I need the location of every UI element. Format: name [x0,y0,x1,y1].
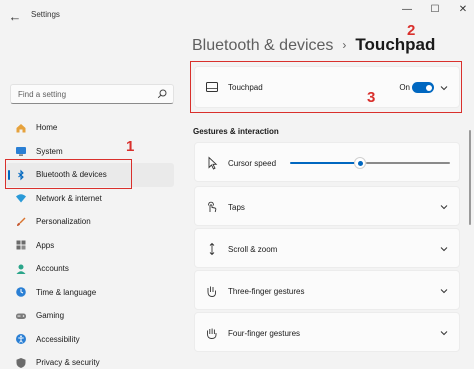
sidebar-nav: Home System Bluetooth & devices Network … [6,116,174,369]
slider-track [366,162,450,164]
maximize-icon[interactable]: ☐ [430,4,440,15]
section-title: Gestures & interaction [193,127,279,136]
breadcrumb: Bluetooth & devices › Touchpad [192,35,435,55]
sidebar-item-accounts[interactable]: Accounts [6,257,174,281]
three-finger-gestures-label: Three-finger gestures [228,287,305,296]
sidebar-item-label: Home [36,123,58,133]
title-bar: ← Settings — ☐ ✕ [0,0,474,32]
slider-fill [290,162,360,164]
search-icon [157,89,167,99]
app-title: Settings [31,10,60,19]
scrollbar[interactable] [469,130,471,225]
close-icon[interactable]: ✕ [458,4,468,15]
annotation-number-2: 2 [407,22,416,39]
sidebar-item-home[interactable]: Home [6,116,174,140]
tap-icon [208,201,217,213]
breadcrumb-parent[interactable]: Bluetooth & devices [192,37,333,54]
three-finger-icon [207,286,216,297]
scroll-zoom-card[interactable]: Scroll & zoom [194,228,460,268]
cursor-speed-slider[interactable] [290,157,450,169]
four-finger-gestures-label: Four-finger gestures [228,329,301,338]
globe-clock-icon [16,287,26,298]
chevron-down-icon[interactable] [439,286,449,296]
annotation-box-1 [5,159,132,189]
search-input[interactable]: Find a setting [10,84,174,104]
sidebar-item-apps[interactable]: Apps [6,234,174,258]
sidebar-item-label: Network & internet [36,193,102,203]
home-icon [16,123,26,133]
sidebar-item-label: Apps [36,240,55,250]
sidebar-item-privacy-security[interactable]: Privacy & security [6,351,174,369]
back-arrow-icon[interactable]: ← [6,7,24,25]
sidebar-item-label: Gaming [36,311,65,321]
page-title: Touchpad [355,35,436,54]
brush-icon [17,217,26,226]
taps-label: Taps [228,203,245,212]
sidebar-item-label: Privacy & security [36,358,100,368]
chevron-down-icon[interactable] [439,328,449,338]
sidebar-item-accessibility[interactable]: Accessibility [6,328,174,352]
accessibility-icon [16,334,26,345]
chevron-down-icon[interactable] [439,244,449,254]
wifi-icon [16,194,26,203]
cursor-icon [208,156,218,170]
shield-icon [16,357,26,368]
sidebar-item-label: System [36,146,63,156]
four-finger-icon [207,328,217,339]
scroll-zoom-label: Scroll & zoom [228,245,278,254]
monitor-icon [16,147,26,156]
window-controls: — ☐ ✕ [402,4,468,15]
sidebar-item-label: Accessibility [36,334,80,344]
cursor-speed-card: Cursor speed [194,142,460,182]
sidebar-item-label: Accounts [36,264,69,274]
annotation-box-3 [190,61,462,113]
taps-card[interactable]: Taps [194,186,460,226]
apps-icon [16,240,26,250]
slider-thumb[interactable] [354,157,366,169]
scroll-zoom-icon [209,242,215,256]
sidebar-item-time-language[interactable]: Time & language [6,281,174,305]
chevron-down-icon[interactable] [439,202,449,212]
minimize-icon[interactable]: — [402,4,412,15]
annotation-number-1: 1 [126,138,135,155]
sidebar-item-label: Time & language [36,287,97,297]
sidebar-item-network-internet[interactable]: Network & internet [6,187,174,211]
cursor-speed-label: Cursor speed [228,159,277,168]
four-finger-gestures-card[interactable]: Four-finger gestures [194,312,460,352]
breadcrumb-separator-icon: › [342,38,347,52]
sidebar-item-personalization[interactable]: Personalization [6,210,174,234]
person-icon [16,264,26,274]
gamepad-icon [16,313,26,319]
three-finger-gestures-card[interactable]: Three-finger gestures [194,270,460,310]
sidebar-item-label: Personalization [36,217,91,227]
annotation-number-3: 3 [367,89,376,106]
search-placeholder: Find a setting [18,90,67,99]
sidebar-item-gaming[interactable]: Gaming [6,304,174,328]
